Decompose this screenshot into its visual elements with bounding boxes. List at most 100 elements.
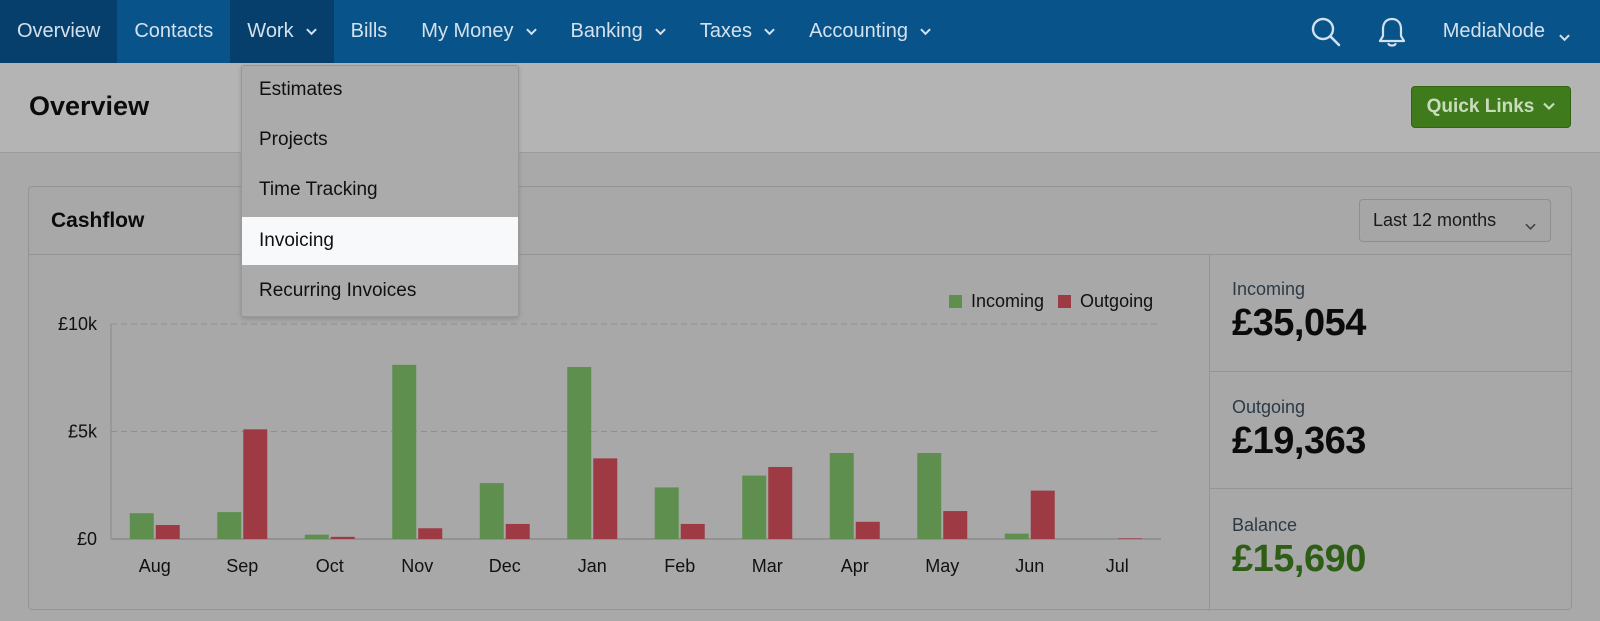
bar-incoming xyxy=(217,512,242,539)
x-tick-label: Jan xyxy=(578,556,607,576)
chart-legend: Incoming Outgoing xyxy=(949,291,1167,312)
menu-item-label: Invoicing xyxy=(259,230,334,251)
divider xyxy=(1210,488,1573,489)
menu-item-label: Projects xyxy=(259,129,328,150)
x-tick-label: Sep xyxy=(226,556,258,576)
stat-incoming: Incoming £35,054 xyxy=(1210,279,1573,345)
x-tick-label: Jun xyxy=(1015,556,1044,576)
bar-incoming xyxy=(479,483,504,539)
nav-work[interactable]: Work xyxy=(230,0,334,63)
stat-value: £35,054 xyxy=(1232,302,1366,344)
stat-label: Outgoing xyxy=(1232,397,1306,417)
nav-accounting[interactable]: Accounting xyxy=(792,0,948,63)
x-tick-label: Mar xyxy=(752,556,783,576)
bar-outgoing xyxy=(943,511,968,539)
stat-label: Incoming xyxy=(1232,279,1306,299)
page-title: Overview xyxy=(29,91,150,121)
bar-outgoing xyxy=(505,523,530,539)
x-tick-label: Dec xyxy=(489,556,521,576)
quick-links-label: Quick Links xyxy=(1426,96,1535,117)
menu-item-label: Time Tracking xyxy=(259,179,378,200)
menu-item-invoicing[interactable]: Invoicing xyxy=(242,217,518,265)
x-tick-label: Feb xyxy=(664,556,695,576)
bar-incoming xyxy=(829,453,854,539)
menu-item-label: Estimates xyxy=(259,79,343,100)
nav-bills[interactable]: Bills xyxy=(334,0,405,63)
bar-incoming xyxy=(742,475,767,539)
chevron-down-icon xyxy=(1543,96,1556,118)
cashflow-stats: Incoming £35,054 Outgoing £19,363 Balanc… xyxy=(1209,255,1573,611)
bar-outgoing xyxy=(1030,490,1055,539)
nav-label: My Money xyxy=(421,20,514,42)
chevron-down-icon xyxy=(1559,26,1570,42)
cashflow-title: Cashflow xyxy=(51,209,145,232)
nav-taxes[interactable]: Taxes xyxy=(683,0,792,63)
legend-swatch-outgoing xyxy=(1058,295,1072,308)
chevron-down-icon xyxy=(655,26,666,37)
stat-label: Balance xyxy=(1232,515,1298,535)
chevron-down-icon xyxy=(1525,216,1536,230)
nav-banking[interactable]: Banking xyxy=(554,0,683,63)
bar-incoming xyxy=(304,534,329,539)
nav-label: Overview xyxy=(17,20,101,42)
bar-incoming xyxy=(917,453,942,539)
x-tick-label: Jul xyxy=(1106,556,1129,576)
nav-label: Accounting xyxy=(809,20,909,42)
bar-incoming xyxy=(129,513,154,539)
x-tick-label: May xyxy=(925,556,959,576)
y-tick-label: £5k xyxy=(68,422,98,442)
page-header: Overview Quick Links xyxy=(0,63,1600,153)
chevron-down-icon xyxy=(920,26,931,37)
legend-label-outgoing: Outgoing xyxy=(1080,291,1154,311)
bar-outgoing xyxy=(855,521,880,539)
bell-icon[interactable] xyxy=(1359,0,1425,63)
chevron-down-icon xyxy=(305,26,317,37)
menu-item-recurring-invoices[interactable]: Recurring Invoices xyxy=(242,267,518,315)
legend-label-incoming: Incoming xyxy=(971,291,1045,311)
chevron-down-icon xyxy=(764,26,775,37)
bar-outgoing xyxy=(1118,538,1143,539)
nav-label: Contacts xyxy=(134,20,214,42)
menu-item-label: Recurring Invoices xyxy=(259,280,417,301)
bar-incoming xyxy=(567,367,592,539)
x-tick-label: Aug xyxy=(139,556,171,576)
range-select[interactable]: Last 12 months xyxy=(1359,199,1551,242)
bar-incoming xyxy=(1004,533,1029,539)
nav-contacts[interactable]: Contacts xyxy=(117,0,230,63)
nav-label: Work xyxy=(247,20,294,42)
stat-value: £19,363 xyxy=(1232,420,1366,462)
menu-item-time-tracking[interactable]: Time Tracking xyxy=(242,166,518,214)
quick-links-button[interactable]: Quick Links xyxy=(1411,86,1571,128)
nav-label: Taxes xyxy=(699,20,753,42)
bar-outgoing xyxy=(418,528,443,539)
stat-outgoing: Outgoing £19,363 xyxy=(1210,397,1573,463)
nav-label: Banking xyxy=(570,20,643,42)
top-nav: Overview Contacts Work Bills My Money Ba… xyxy=(0,0,1600,63)
bar-outgoing xyxy=(330,536,355,539)
nav-my-money[interactable]: My Money xyxy=(404,0,553,63)
y-tick-label: £10k xyxy=(58,314,98,334)
chevron-down-icon xyxy=(525,26,537,37)
user-name: MediaNode xyxy=(1442,20,1545,42)
stat-value: £15,690 xyxy=(1232,538,1366,580)
bar-outgoing xyxy=(243,429,268,539)
divider xyxy=(1210,371,1573,372)
bar-outgoing xyxy=(680,523,705,539)
nav-overview[interactable]: Overview xyxy=(0,0,118,63)
bar-outgoing xyxy=(768,466,793,539)
menu-item-estimates[interactable]: Estimates xyxy=(242,66,518,114)
search-icon[interactable] xyxy=(1293,0,1359,63)
nav-label: Bills xyxy=(350,20,388,42)
range-select-value: Last 12 months xyxy=(1373,210,1497,230)
stat-balance: Balance £15,690 xyxy=(1210,515,1573,581)
cashflow-chart: £0 £5k £10k Aug Sep Oct Nov Dec Jan Feb Mar Apr May J… xyxy=(29,255,1209,611)
y-tick-label: £0 xyxy=(77,529,97,549)
x-tick-label: Oct xyxy=(316,556,344,576)
legend-swatch-incoming xyxy=(949,295,962,308)
bar-outgoing xyxy=(593,458,618,539)
menu-item-projects[interactable]: Projects xyxy=(242,116,518,164)
user-menu[interactable]: MediaNode xyxy=(1425,0,1600,63)
x-tick-label: Nov xyxy=(401,556,433,576)
bar-incoming xyxy=(654,487,679,539)
